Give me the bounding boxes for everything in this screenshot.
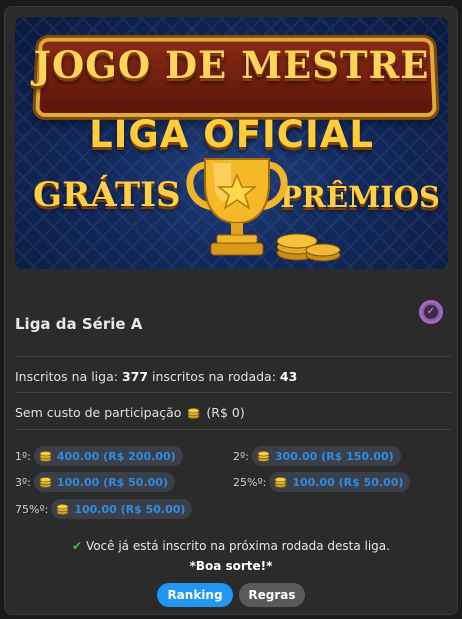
coin-icon	[39, 450, 52, 462]
league-banner: JOGO DE MESTRE LIGA OFICIAL GRÁTIS PRÊMI…	[15, 17, 448, 269]
prize-1st: 1º: 400.00 (R$ 200.00)	[15, 446, 183, 466]
divider	[15, 429, 451, 430]
enrolled-league-count: 377	[121, 369, 149, 384]
banner-free-text: GRÁTIS	[33, 175, 181, 215]
prize-amount-pill: 100.00 (R$ 50.00)	[33, 472, 175, 492]
coin-icon	[187, 407, 200, 419]
action-buttons: Ranking Regras	[5, 583, 457, 607]
divider	[15, 392, 451, 393]
checkmark-icon: ✔	[72, 539, 83, 553]
banner-subtitle: LIGA OFICIAL	[89, 113, 374, 156]
prize-3rd: 3º: 100.00 (R$ 50.00)	[15, 472, 175, 492]
participation-cost: Sem custo de participação (R$ 0)	[15, 405, 245, 420]
banner-title: JOGO DE MESTRE	[33, 43, 430, 87]
prize-amount-pill: 100.00 (R$ 50.00)	[51, 499, 193, 519]
coin-icon	[274, 476, 287, 488]
good-luck-text: *Boa sorte!*	[189, 559, 273, 573]
league-title: Liga da Série A	[15, 315, 143, 333]
prize-amount-pill: 300.00 (R$ 150.00)	[251, 446, 401, 466]
enrolled-round-count: 43	[279, 369, 298, 384]
enrolled-info: Inscritos na liga: 377 inscritos na roda…	[15, 369, 298, 384]
prize-amount-pill: 400.00 (R$ 200.00)	[33, 446, 183, 466]
enrollment-status: ✔ Você já está inscrito na próxima rodad…	[72, 539, 390, 553]
prize-2nd: 2º: 300.00 (R$ 150.00)	[233, 446, 401, 466]
divider	[15, 356, 451, 357]
prize-amount-pill: 100.00 (R$ 50.00)	[269, 472, 411, 492]
prize-25pct: 25%º: 100.00 (R$ 50.00)	[233, 472, 411, 492]
league-card: JOGO DE MESTRE LIGA OFICIAL GRÁTIS PRÊMI…	[4, 6, 458, 615]
coin-icon	[56, 503, 69, 515]
check-badge-icon[interactable]: ✓	[419, 300, 443, 324]
rules-button[interactable]: Regras	[239, 583, 305, 607]
coin-icon	[39, 476, 52, 488]
prize-75pct: 75%º: 100.00 (R$ 50.00)	[15, 499, 193, 519]
ranking-button[interactable]: Ranking	[157, 583, 233, 607]
banner-prizes-text: PRÊMIOS	[280, 180, 440, 214]
coins-stack-icon	[276, 233, 341, 262]
coin-icon	[257, 450, 270, 462]
